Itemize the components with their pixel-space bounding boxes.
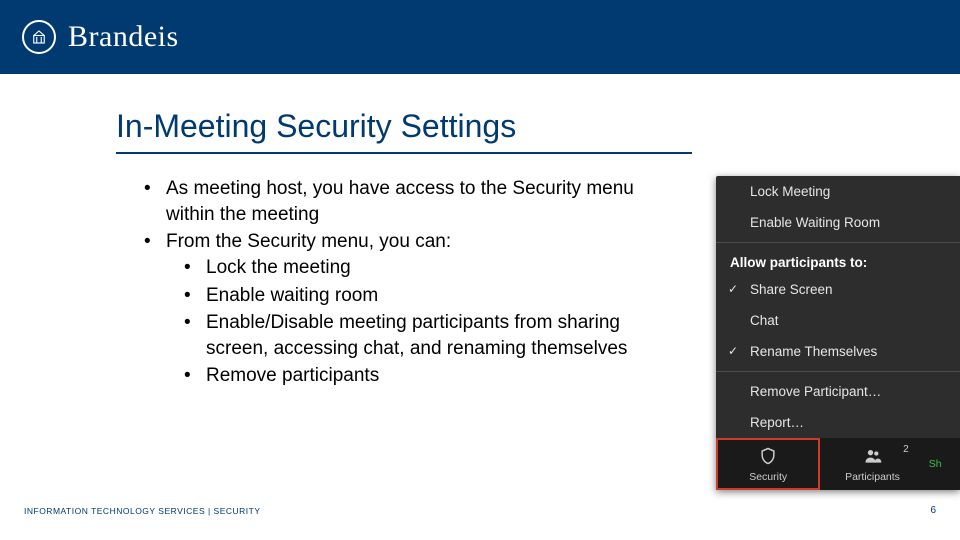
toolbar-label: Participants xyxy=(845,471,900,483)
bullet-item: From the Security menu, you can: Lock th… xyxy=(138,229,658,389)
bullet-text: From the Security menu, you can: xyxy=(166,231,451,252)
participant-count-badge: 2 xyxy=(903,444,909,455)
toolbar-share-button[interactable]: Sh xyxy=(925,438,960,490)
footer-text: INFORMATION TECHNOLOGY SERVICES | SECURI… xyxy=(24,506,261,516)
slide: Brandeis In-Meeting Security Settings As… xyxy=(0,0,960,540)
brand-name: Brandeis xyxy=(68,20,179,54)
zoom-security-menu: Lock Meeting Enable Waiting Room Allow p… xyxy=(716,176,960,490)
slide-title: In-Meeting Security Settings xyxy=(116,108,516,145)
sub-bullet-item: Remove participants xyxy=(178,363,658,389)
menu-item-share-screen[interactable]: Share Screen xyxy=(716,274,960,305)
title-underline xyxy=(116,152,692,154)
menu-separator xyxy=(716,242,960,243)
bullet-item: As meeting host, you have access to the … xyxy=(138,176,658,227)
zoom-toolbar: Security 2 Participants Sh xyxy=(716,438,960,490)
menu-item-chat[interactable]: Chat xyxy=(716,305,960,336)
sub-bullet-item: Lock the meeting xyxy=(178,255,658,281)
menu-item-report[interactable]: Report… xyxy=(716,407,960,438)
menu-item-remove-participant[interactable]: Remove Participant… xyxy=(716,376,960,407)
people-icon xyxy=(863,446,883,469)
menu-item-lock-meeting[interactable]: Lock Meeting xyxy=(716,176,960,207)
page-number: 6 xyxy=(930,505,936,516)
body-content: As meeting host, you have access to the … xyxy=(138,176,658,391)
toolbar-label: Sh xyxy=(929,458,942,470)
menu-item-enable-waiting-room[interactable]: Enable Waiting Room xyxy=(716,207,960,238)
toolbar-security-button[interactable]: Security xyxy=(716,438,820,490)
header-bar: Brandeis xyxy=(0,0,960,74)
toolbar-label: Security xyxy=(749,471,787,483)
menu-separator xyxy=(716,371,960,372)
sub-bullet-item: Enable/Disable meeting participants from… xyxy=(178,310,658,361)
seal-icon xyxy=(22,20,56,54)
menu-item-rename[interactable]: Rename Themselves xyxy=(716,336,960,367)
menu-section-header: Allow participants to: xyxy=(716,247,960,274)
toolbar-participants-button[interactable]: 2 Participants xyxy=(820,438,924,490)
brand-logo: Brandeis xyxy=(22,20,179,54)
sub-bullet-item: Enable waiting room xyxy=(178,283,658,309)
shield-icon xyxy=(758,446,778,469)
